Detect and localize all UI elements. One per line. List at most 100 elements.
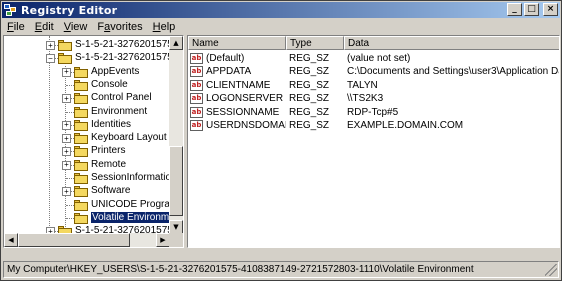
status-path: My Computer\HKEY_USERS\S-1-5-21-32762015… xyxy=(7,264,474,275)
value-row[interactable]: ab LOGONSERVER REG_SZ \\TS2K3 xyxy=(188,92,559,105)
value-type: REG_SZ xyxy=(289,53,330,64)
value-name: USERDNSDOMAIN xyxy=(206,120,286,131)
menu-file[interactable]: File xyxy=(2,21,30,33)
expand-icon[interactable]: + xyxy=(62,120,71,130)
scroll-left-button[interactable]: ◀ xyxy=(4,233,18,247)
expand-icon[interactable]: + xyxy=(62,160,71,170)
tree-item[interactable]: + Identities xyxy=(4,119,170,132)
tree-item[interactable]: + Keyboard Layout xyxy=(4,132,170,145)
expand-icon[interactable]: + xyxy=(62,187,71,197)
value-data: \\TS2K3 xyxy=(347,93,384,105)
value-name: CLIENTNAME xyxy=(206,79,271,91)
value-data: EXAMPLE.DOMAIN.COM xyxy=(347,120,464,131)
tree-item-label: Software xyxy=(91,185,131,197)
horizontal-scroll-thumb[interactable] xyxy=(18,233,130,247)
tree-item[interactable]: UNICODE Program G xyxy=(4,199,170,212)
value-name: SESSIONNAME xyxy=(206,106,280,118)
folder-icon xyxy=(58,53,72,65)
menu-bar: File Edit View Favorites Help xyxy=(2,19,560,34)
title-bar[interactable]: Registry Editor _ □ × xyxy=(2,2,560,18)
tree-item-label: UNICODE Program G xyxy=(91,198,170,210)
scroll-up-button[interactable]: ▲ xyxy=(169,36,183,50)
tree-item[interactable]: + Remote xyxy=(4,159,170,172)
value-name: LOGONSERVER xyxy=(206,93,284,105)
tree-item[interactable]: − S-1-5-21-3276201575-4 xyxy=(4,52,170,65)
value-type: REG_SZ xyxy=(289,106,330,118)
values-list-pane[interactable]: Name Type Data ab (Default) REG_SZ (value n… xyxy=(187,35,560,248)
value-name: APPDATA xyxy=(206,66,252,78)
tree-item[interactable]: Console xyxy=(4,79,170,92)
folder-icon xyxy=(58,40,72,51)
expand-icon[interactable]: + xyxy=(46,41,55,50)
key-tree-pane[interactable]: + S-1-5-21-3276201575-4 − S-1-5-21-32762015… xyxy=(3,35,184,248)
value-row[interactable]: abUSERDNSDOMAINREG_SZ EXAMPLE.DOMAIN.COM xyxy=(188,119,559,132)
tree-item-label: Environment xyxy=(91,105,148,117)
tree-item[interactable]: + Printers xyxy=(4,145,170,158)
folder-icon xyxy=(74,186,88,198)
value-row[interactable]: ab SESSIONNAME REG_SZ RDP-Tcp#5 xyxy=(188,106,559,119)
scroll-down-button[interactable]: ▼ xyxy=(169,220,183,234)
menu-help[interactable]: Help xyxy=(148,21,181,33)
menu-edit[interactable]: Edit xyxy=(30,21,59,33)
tree-item-label: Keyboard Layout xyxy=(91,132,167,144)
expand-icon[interactable]: + xyxy=(62,67,71,77)
tree-item[interactable]: Environment xyxy=(4,106,170,119)
tree-vertical-scrollbar[interactable]: ▲ ▼ xyxy=(169,36,183,234)
tree-item-label-selected: Volatile Environment xyxy=(91,211,170,223)
collapse-icon[interactable]: − xyxy=(46,54,55,64)
menu-favorites[interactable]: Favorites xyxy=(92,21,147,33)
string-value-icon: ab xyxy=(190,93,203,105)
value-type: REG_SZ xyxy=(289,120,330,131)
folder-icon xyxy=(74,79,88,91)
expand-icon[interactable]: + xyxy=(62,94,71,104)
tree-horizontal-scrollbar[interactable]: ◀ ▶ xyxy=(4,233,170,247)
folder-icon xyxy=(74,93,88,105)
value-data: TALYN xyxy=(347,79,378,91)
value-data: RDP-Tcp#5 xyxy=(347,106,399,118)
vertical-scroll-thumb[interactable] xyxy=(169,146,183,216)
value-type: REG_SZ xyxy=(289,79,330,91)
registry-app-icon xyxy=(4,3,18,17)
folder-icon xyxy=(74,159,88,171)
tree-item-label: Console xyxy=(91,78,128,90)
tree-item[interactable]: Volatile Environment xyxy=(4,211,170,225)
tree-item[interactable]: + Software xyxy=(4,185,170,198)
tree-item-label: Control Panel xyxy=(91,92,152,104)
string-value-icon: ab xyxy=(190,53,203,64)
folder-icon xyxy=(74,66,88,78)
minimize-button[interactable]: _ xyxy=(507,3,522,16)
value-row[interactable]: ab (Default) REG_SZ (value not set) xyxy=(188,52,559,65)
string-value-icon: ab xyxy=(190,106,203,118)
status-bar: My Computer\HKEY_USERS\S-1-5-21-32762015… xyxy=(3,261,559,278)
close-button[interactable]: × xyxy=(543,3,558,16)
tree-item[interactable]: + S-1-5-21-3276201575-4 xyxy=(4,39,170,52)
value-data: C:\Documents and Settings\user3\Applicat… xyxy=(347,66,560,78)
value-data: (value not set) xyxy=(347,53,411,64)
maximize-button[interactable]: □ xyxy=(524,3,539,16)
registry-editor-window: Registry Editor _ □ × File Edit View Fav… xyxy=(0,0,562,281)
tree-item-label: AppEvents xyxy=(91,65,140,77)
expand-icon[interactable]: + xyxy=(62,134,71,144)
tree-item[interactable]: + Control Panel xyxy=(4,92,170,105)
resize-grip[interactable] xyxy=(545,264,557,276)
value-row[interactable]: ab CLIENTNAME REG_SZ TALYN xyxy=(188,79,559,92)
folder-icon xyxy=(74,146,88,158)
value-type: REG_SZ xyxy=(289,66,330,78)
folder-icon xyxy=(74,106,88,118)
tree-item[interactable]: SessionInformation xyxy=(4,172,170,185)
tree-item-label: S-1-5-21-3276201575-4 xyxy=(75,52,170,64)
menu-view[interactable]: View xyxy=(59,21,93,33)
string-value-icon: ab xyxy=(190,79,203,91)
value-row[interactable]: ab APPDATA REG_SZ C:\Documents and Settings… xyxy=(188,65,560,78)
scroll-corner xyxy=(169,233,183,247)
column-header-data[interactable]: Data xyxy=(344,36,559,50)
expand-icon[interactable]: + xyxy=(62,147,71,157)
folder-icon xyxy=(74,199,88,211)
tree-item-label: Printers xyxy=(91,145,126,157)
tree-item[interactable]: + AppEvents xyxy=(4,66,170,79)
string-value-icon: ab xyxy=(190,120,203,131)
column-header-type[interactable]: Type xyxy=(286,36,344,50)
column-header-name[interactable]: Name xyxy=(188,36,286,50)
folder-icon xyxy=(74,119,88,131)
scroll-right-button[interactable]: ▶ xyxy=(156,233,170,247)
